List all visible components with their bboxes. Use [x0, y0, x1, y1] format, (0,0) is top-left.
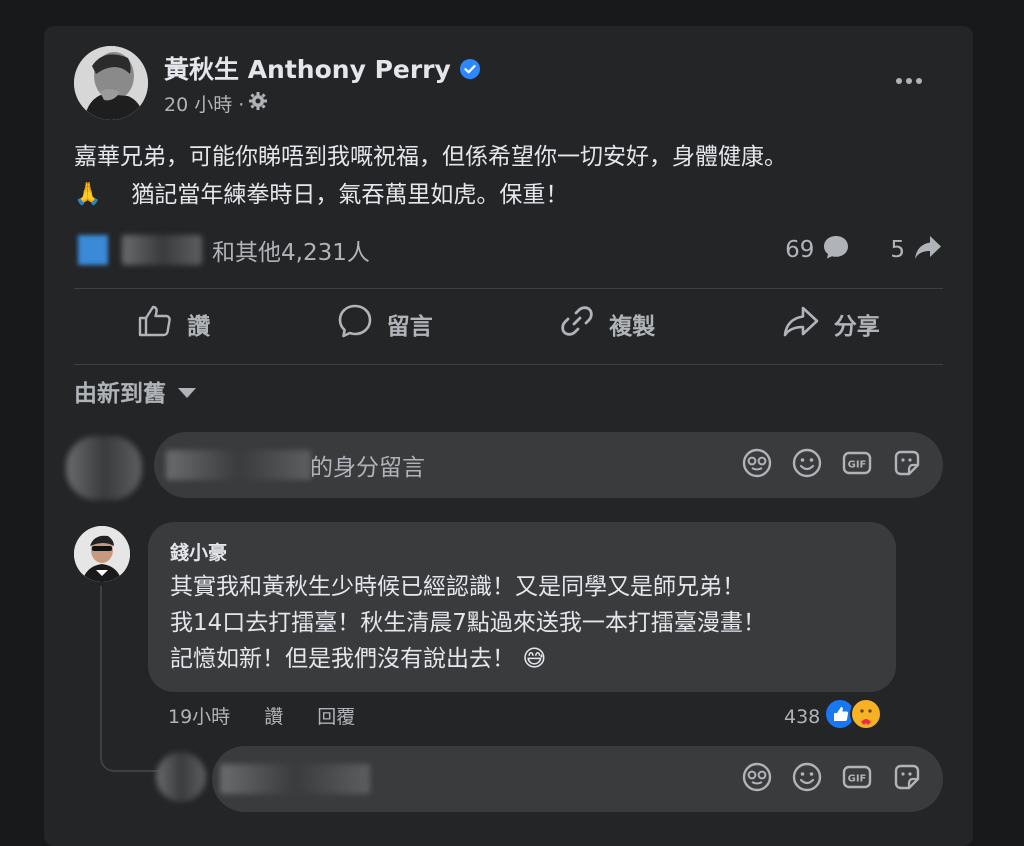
- share-outline-icon: [782, 304, 820, 344]
- user-avatar-blurred[interactable]: [66, 436, 142, 500]
- reply-composer-tools: GIF: [741, 746, 923, 812]
- comment-reaction-count: 438: [784, 705, 821, 728]
- sticker-icon[interactable]: [891, 447, 923, 483]
- comment-time[interactable]: 19小時: [168, 702, 230, 729]
- reply-blurred-placeholder: [220, 764, 370, 794]
- reactions-summary[interactable]: 和其他4,231人: [78, 230, 370, 270]
- care-reaction-icon: [850, 698, 883, 735]
- divider-bottom: [74, 364, 943, 365]
- engagement-counts: 69 5: [785, 232, 943, 268]
- emoji-icon[interactable]: [791, 447, 823, 483]
- avatar-frame-icon[interactable]: [741, 447, 773, 483]
- sort-label: 由新到舊: [74, 381, 166, 407]
- verified-badge-icon: [459, 57, 481, 79]
- post-author: 黃秋生 Anthony Perry: [164, 50, 481, 86]
- comment-composer[interactable]: 的身分留言 GIF: [154, 432, 943, 498]
- post-meta: 20 小時 ·: [164, 90, 268, 117]
- post-time[interactable]: 20 小時 ·: [164, 90, 244, 117]
- comment-footer: 19小時 讚 回覆: [168, 702, 355, 729]
- emoji-icon[interactable]: [791, 761, 823, 797]
- sweat-smile-emoji: 😅: [522, 646, 547, 672]
- comment-line2: 我14口去打擂臺！秋生清晨7點過來送我一本打擂臺漫畫！: [170, 610, 766, 636]
- reply-user-avatar-blurred[interactable]: [156, 752, 206, 802]
- share-count[interactable]: 5: [890, 237, 905, 263]
- divider-top: [74, 288, 943, 289]
- reactions-text: 和其他4,231人: [212, 240, 370, 266]
- comment-reactions[interactable]: 438: [784, 698, 883, 735]
- author-avatar[interactable]: [74, 46, 148, 120]
- post-body: 嘉華兄弟，可能你睇唔到我嘅祝福，但係希望你一切安好，身體健康。 🙏 猶記當年練拳…: [74, 138, 954, 214]
- comment-line3-wrap: 記憶如新！但是我們沒有說出去！ 😅: [170, 641, 874, 677]
- composer-placeholder: 的身分留言: [310, 455, 425, 481]
- gear-icon[interactable]: [248, 91, 268, 116]
- thumbs-up-icon: [137, 304, 173, 344]
- gif-icon[interactable]: GIF: [841, 761, 873, 797]
- reply-composer[interactable]: GIF: [212, 746, 943, 812]
- svg-text:GIF: GIF: [848, 460, 867, 471]
- link-icon: [559, 303, 595, 345]
- comment-line3: 記憶如新！但是我們沒有說出去！: [170, 646, 515, 672]
- like-button[interactable]: 讚: [117, 296, 230, 352]
- comment-outline-icon: [337, 303, 373, 345]
- svg-text:GIF: GIF: [848, 774, 867, 785]
- copy-label: 複製: [609, 314, 656, 340]
- sticker-icon[interactable]: [891, 761, 923, 797]
- comment-count[interactable]: 69: [785, 237, 814, 263]
- comment-button[interactable]: 留言: [317, 295, 453, 353]
- post-text-line2: 猶記當年練拳時日，氣吞萬里如虎。保重！: [131, 182, 569, 208]
- post-card: 黃秋生 Anthony Perry 20 小時 · 嘉華兄弟，可能你睇唔到我嘅祝…: [44, 26, 973, 846]
- gif-icon[interactable]: GIF: [841, 447, 873, 483]
- share-arrow-icon: [913, 233, 943, 267]
- like-reaction-icon: [78, 235, 108, 265]
- comment-bubble-icon: [822, 233, 850, 267]
- more-dots-icon[interactable]: [889, 66, 929, 96]
- composer-tools: GIF: [741, 432, 923, 498]
- author-name[interactable]: 黃秋生 Anthony Perry: [164, 50, 451, 86]
- avatar-frame-icon[interactable]: [741, 761, 773, 797]
- blurred-names: [122, 235, 202, 265]
- share-label: 分享: [833, 314, 880, 340]
- comment-bubble: 錢小豪 其實我和黃秋生少時候已經認識！又是同學又是師兄弟！ 我14口去打擂臺！秋…: [148, 522, 896, 692]
- commenter-avatar[interactable]: [74, 526, 130, 582]
- comment-sort-dropdown[interactable]: 由新到舊: [74, 374, 196, 408]
- comment-line1: 其實我和黃秋生少時候已經認識！又是同學又是師兄弟！: [170, 574, 745, 600]
- share-button[interactable]: 分享: [762, 296, 900, 352]
- post-actions: 讚 留言 複製 分享: [74, 294, 943, 354]
- comment-label: 留言: [386, 314, 433, 340]
- comment-author[interactable]: 錢小豪: [170, 538, 874, 565]
- blurred-username: [166, 450, 311, 480]
- comment-reply-link[interactable]: 回覆: [317, 702, 355, 729]
- like-label: 讚: [187, 314, 211, 340]
- post-text-line1: 嘉華兄弟，可能你睇唔到我嘅祝福，但係希望你一切安好，身體健康。: [74, 144, 787, 170]
- copy-link-button[interactable]: 複製: [539, 295, 675, 353]
- pray-emoji: 🙏: [74, 182, 102, 207]
- chevron-down-icon: [178, 388, 196, 398]
- comment-like-link[interactable]: 讚: [264, 702, 283, 729]
